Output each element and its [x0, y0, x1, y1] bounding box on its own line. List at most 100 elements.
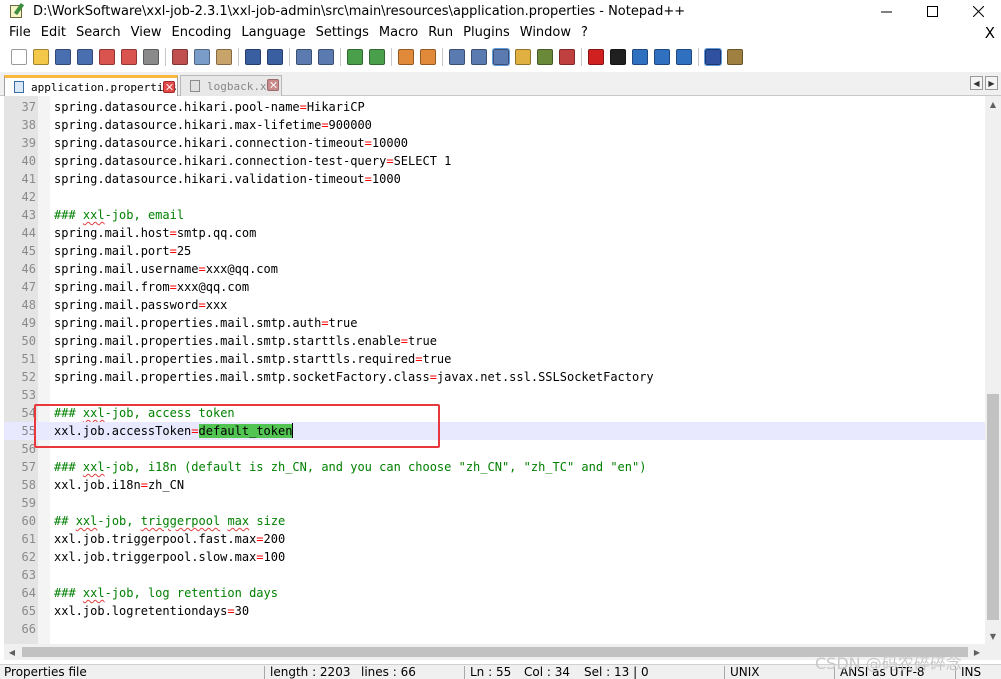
copy-icon[interactable]	[194, 49, 210, 65]
cut-icon[interactable]	[172, 49, 188, 65]
save-all-icon[interactable]	[77, 49, 93, 65]
tab-scroll-left-button[interactable]: ◀	[970, 76, 983, 90]
show-all-characters-icon[interactable]	[471, 49, 487, 65]
menu-view[interactable]: View	[126, 22, 167, 44]
code-line[interactable]: 57 ### xxl-job, i18n (default is zh_CN, a…	[4, 458, 985, 476]
code-line[interactable]: 47 spring.mail.from=xxx@qq.com	[4, 278, 985, 296]
code-line[interactable]: 52 spring.mail.properties.mail.smtp.socke…	[4, 368, 985, 386]
find-icon[interactable]	[296, 49, 312, 65]
close-all-icon[interactable]	[121, 49, 137, 65]
function-list-icon[interactable]	[537, 49, 553, 65]
code-line[interactable]: 59	[4, 494, 985, 512]
new-file-icon[interactable]	[11, 49, 27, 65]
sync-vertical-icon[interactable]	[398, 49, 414, 65]
code-line[interactable]: 39 spring.datasource.hikari.connection-ti…	[4, 134, 985, 152]
scroll-down-icon[interactable]: ▼	[985, 628, 1001, 644]
menu-settings[interactable]: Settings	[311, 22, 374, 44]
editor[interactable]: 37 spring.datasource.hikari.pool-name=Hik…	[4, 96, 985, 644]
indent-guide-icon[interactable]	[492, 48, 510, 66]
code-line[interactable]: 53	[4, 386, 985, 404]
maximize-button[interactable]	[909, 0, 955, 22]
scroll-right-icon[interactable]: ▶	[969, 644, 985, 660]
menu-plugins[interactable]: Plugins	[458, 22, 515, 44]
menu-encoding[interactable]: Encoding	[166, 22, 236, 44]
code-line[interactable]: 55 xxl.job.accessToken=default_token	[4, 422, 985, 440]
zoom-out-icon[interactable]	[369, 49, 385, 65]
code-line[interactable]: 46 spring.mail.username=xxx@qq.com	[4, 260, 985, 278]
minimize-button[interactable]	[863, 0, 909, 22]
code-line[interactable]: 40 spring.datasource.hikari.connection-te…	[4, 152, 985, 170]
status-lines: lines : 66	[361, 665, 416, 679]
code-line[interactable]: 54 ### xxl-job, access token	[4, 404, 985, 422]
save-macro-icon[interactable]	[676, 49, 692, 65]
code-line[interactable]: 42	[4, 188, 985, 206]
tab-close-icon[interactable]	[267, 79, 279, 91]
tab-logback-xml[interactable]: logback.xml	[180, 75, 282, 96]
playback-macro-icon[interactable]	[632, 49, 648, 65]
open-file-icon[interactable]	[33, 49, 49, 65]
replace-icon[interactable]	[318, 49, 334, 65]
property-value: 30	[234, 604, 250, 618]
code-line[interactable]: 63	[4, 566, 985, 584]
menu-run[interactable]: Run	[423, 22, 458, 44]
code-line[interactable]: 66	[4, 620, 985, 638]
record-macro-icon[interactable]	[588, 49, 604, 65]
undo-icon[interactable]	[245, 49, 261, 65]
scroll-up-icon[interactable]: ▲	[985, 96, 1001, 112]
vertical-scroll-thumb[interactable]	[987, 394, 999, 620]
save-icon[interactable]	[55, 49, 71, 65]
menu-macro[interactable]: Macro	[374, 22, 423, 44]
assignment-operator: =	[256, 532, 264, 546]
line-number: 64	[21, 586, 36, 600]
code-line[interactable]: 62 xxl.job.triggerpool.slow.max=100	[4, 548, 985, 566]
tab-scroll-right-button[interactable]: ▶	[985, 76, 998, 90]
line-number: 42	[21, 190, 36, 204]
code-line[interactable]: 48 spring.mail.password=xxx	[4, 296, 985, 314]
menu-search[interactable]: Search	[71, 22, 126, 44]
code-line[interactable]: 60 ## xxl-job, triggerpool max size	[4, 512, 985, 530]
menu-help[interactable]: ?	[576, 22, 593, 44]
redo-icon[interactable]	[267, 49, 283, 65]
sync-horizontal-icon[interactable]	[420, 49, 436, 65]
line-text: spring.mail.from=xxx@qq.com	[54, 278, 249, 296]
code-line[interactable]: 49 spring.mail.properties.mail.smtp.auth=…	[4, 314, 985, 332]
code-line[interactable]: 43 ### xxl-job, email	[4, 206, 985, 224]
print-icon[interactable]	[143, 49, 159, 65]
tab-close-icon[interactable]	[163, 81, 175, 93]
assignment-operator: =	[364, 136, 372, 150]
code-line[interactable]: 37 spring.datasource.hikari.pool-name=Hik…	[4, 98, 985, 116]
menu-window[interactable]: Window	[515, 22, 576, 44]
line-number: 52	[21, 370, 36, 384]
word-wrap-icon[interactable]	[449, 49, 465, 65]
close-document-button[interactable]: X	[983, 22, 997, 44]
code-line[interactable]: 65 xxl.job.logretentiondays=30	[4, 602, 985, 620]
vertical-scrollbar[interactable]: ▲ ▼	[985, 96, 1001, 644]
close-icon[interactable]	[99, 49, 115, 65]
menu-edit[interactable]: Edit	[36, 22, 71, 44]
code-lines: 37 spring.datasource.hikari.pool-name=Hik…	[4, 98, 985, 638]
close-window-button[interactable]	[955, 0, 1001, 22]
tab-application-properties[interactable]: application.properties	[4, 75, 178, 96]
code-line[interactable]: 61 xxl.job.triggerpool.fast.max=200	[4, 530, 985, 548]
selected-property-value: default_token	[198, 424, 293, 438]
code-line[interactable]: 45 spring.mail.port=25	[4, 242, 985, 260]
folder-as-workspace-icon[interactable]	[559, 49, 575, 65]
plugin-icon[interactable]	[727, 49, 743, 65]
code-line[interactable]: 64 ### xxl-job, log retention days	[4, 584, 985, 602]
stop-recording-icon[interactable]	[610, 49, 626, 65]
spell-check-icon[interactable]	[704, 48, 722, 66]
zoom-in-icon[interactable]	[347, 49, 363, 65]
menu-file[interactable]: File	[0, 22, 36, 44]
scroll-left-icon[interactable]: ◀	[4, 644, 20, 660]
code-line[interactable]: 41 spring.datasource.hikari.validation-ti…	[4, 170, 985, 188]
code-line[interactable]: 44 spring.mail.host=smtp.qq.com	[4, 224, 985, 242]
code-line[interactable]: 56	[4, 440, 985, 458]
code-line[interactable]: 58 xxl.job.i18n=zh_CN	[4, 476, 985, 494]
code-line[interactable]: 38 spring.datasource.hikari.max-lifetime=…	[4, 116, 985, 134]
code-line[interactable]: 51 spring.mail.properties.mail.smtp.start…	[4, 350, 985, 368]
menu-language[interactable]: Language	[236, 22, 310, 44]
paste-icon[interactable]	[216, 49, 232, 65]
document-map-icon[interactable]	[515, 49, 531, 65]
run-macro-multiple-icon[interactable]	[654, 49, 670, 65]
code-line[interactable]: 50 spring.mail.properties.mail.smtp.start…	[4, 332, 985, 350]
